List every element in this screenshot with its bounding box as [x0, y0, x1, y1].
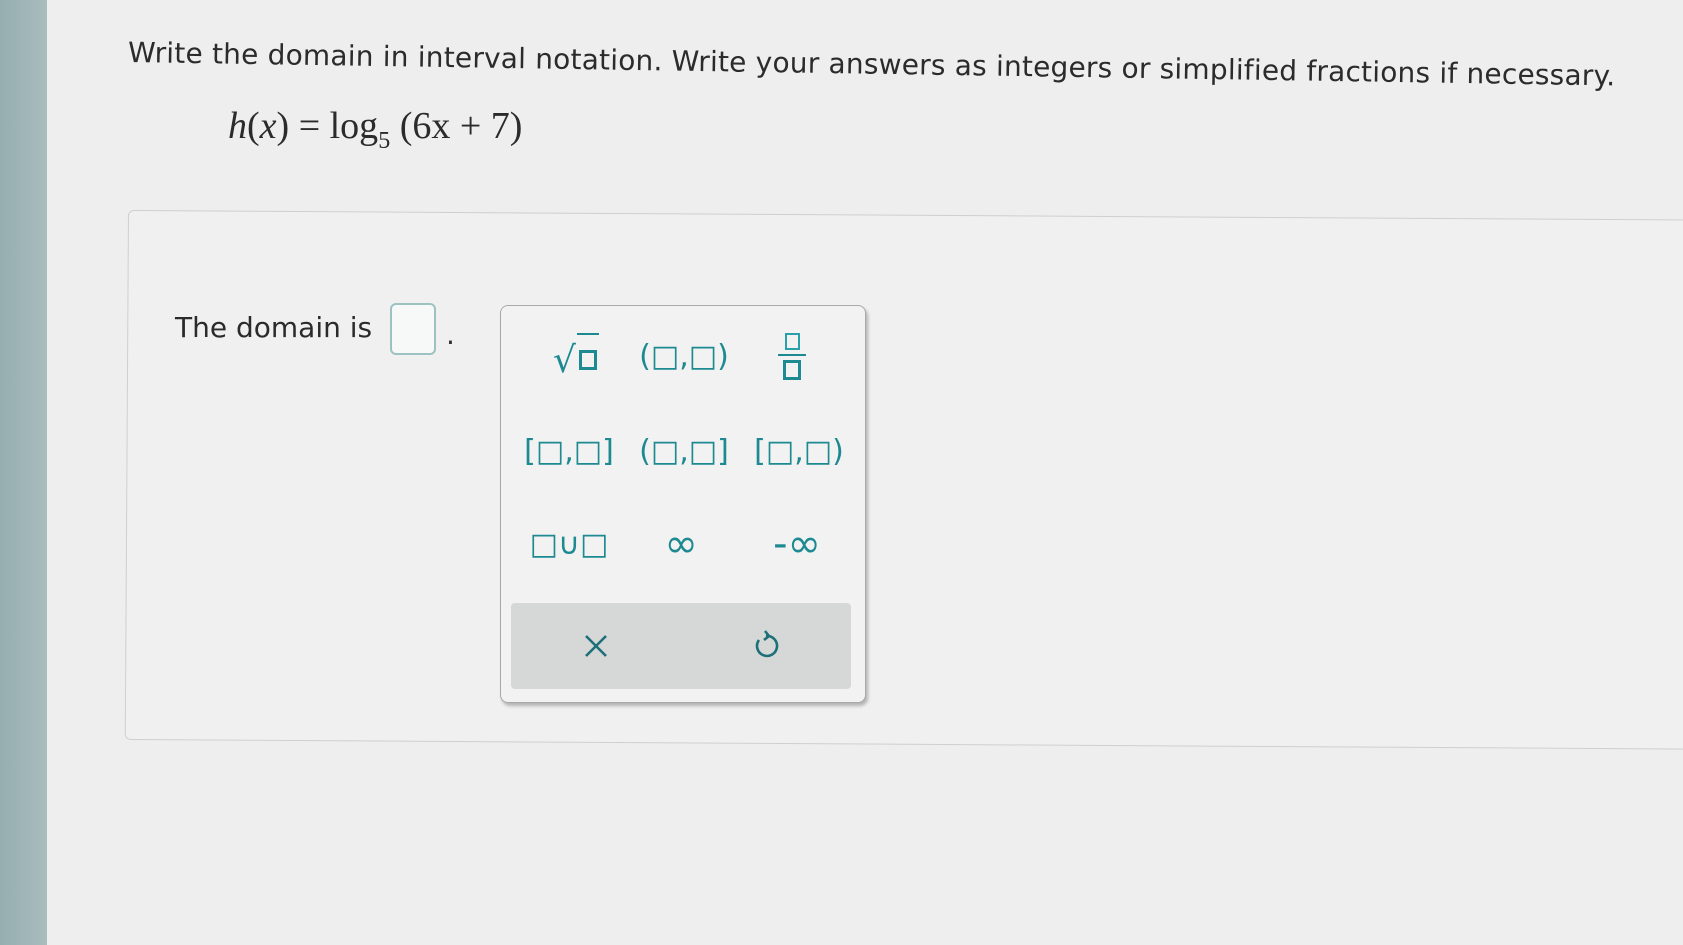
negative-infinity-button[interactable]: -∞ [747, 514, 847, 574]
close-icon [585, 635, 607, 657]
question-instructions: Write the domain in interval notation. W… [127, 36, 1616, 93]
domain-answer-input[interactable] [390, 303, 436, 355]
clear-button[interactable] [511, 603, 681, 689]
equals-sign: = [298, 105, 321, 147]
answer-period: . [446, 318, 455, 351]
union-button[interactable]: □∪□ [519, 514, 619, 574]
fraction-icon [778, 332, 806, 380]
right-open-interval-button[interactable]: [□,□) [749, 421, 849, 481]
function-variable: x [259, 105, 277, 147]
log-base: 5 [378, 128, 391, 154]
palette-control-bar [511, 603, 851, 689]
log-argument: (6x + 7) [399, 105, 523, 147]
answer-panel [124, 210, 1683, 750]
function-name: h [228, 105, 247, 147]
function-equation: h(x) = log5 (6x + 7) [228, 105, 523, 154]
infinity-button[interactable]: ∞ [631, 514, 731, 574]
log-label: log [329, 105, 379, 147]
open-interval-button[interactable]: (□,□) [634, 326, 734, 386]
undo-icon [755, 630, 779, 658]
square-root-button[interactable]: √ [526, 326, 626, 386]
square-root-icon: √ [553, 333, 599, 379]
domain-label: The domain is [175, 311, 373, 344]
math-palette: √ (□,□) [□,□] (□,□] [□,□) □∪□ ∞ -∞ [500, 305, 866, 703]
fraction-button[interactable] [742, 326, 842, 386]
left-open-interval-button[interactable]: (□,□] [634, 421, 734, 481]
closed-interval-button[interactable]: [□,□] [519, 421, 619, 481]
undo-button[interactable] [681, 603, 851, 689]
left-sidebar-strip [0, 0, 47, 945]
